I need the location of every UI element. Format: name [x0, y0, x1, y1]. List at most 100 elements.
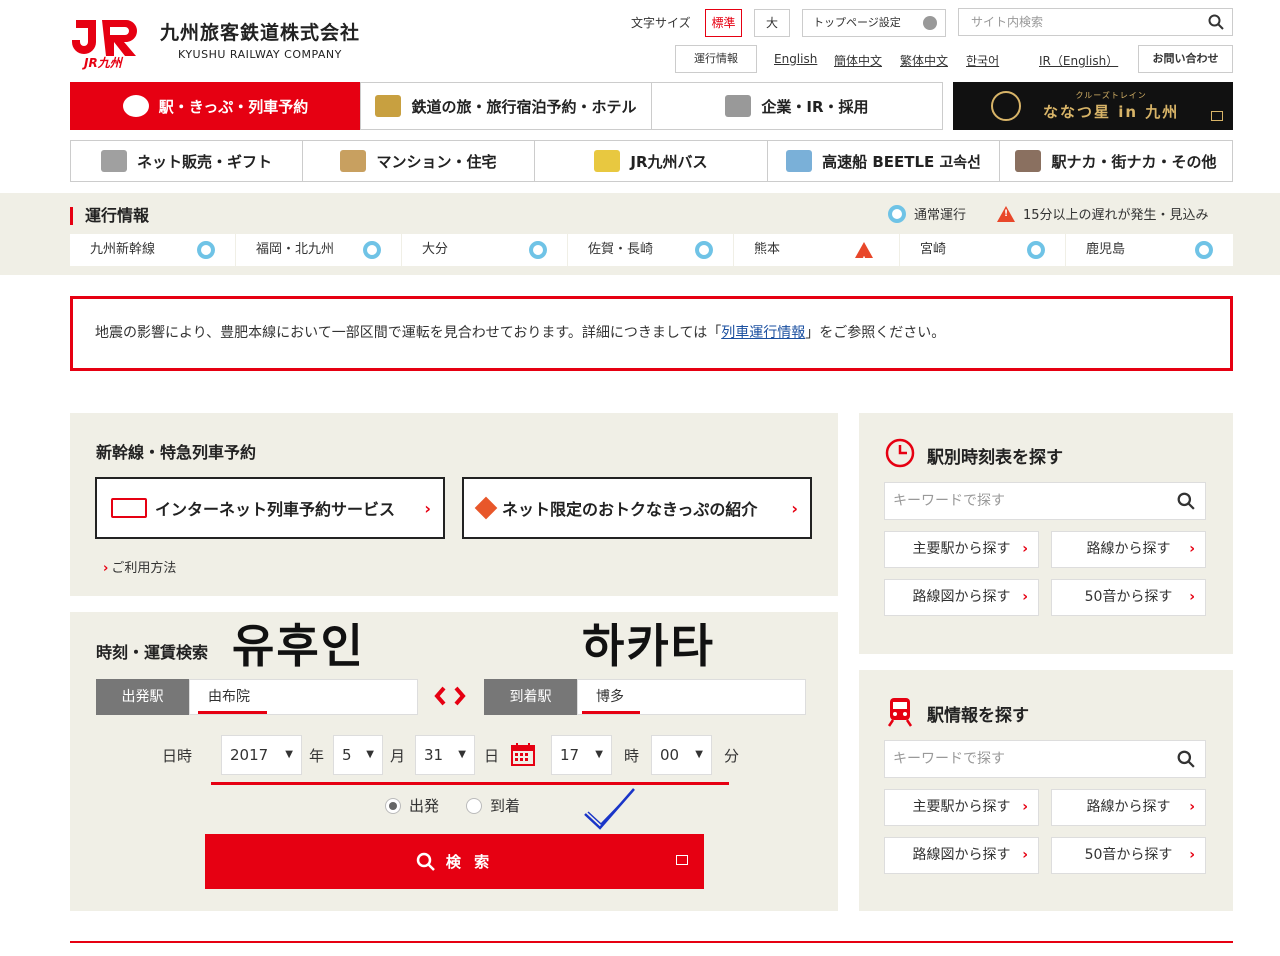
search-icon[interactable]: [1177, 750, 1195, 768]
swap-stations-icon[interactable]: [434, 684, 466, 712]
nav-beetle[interactable]: 高速船 BEETLE 고속선: [767, 140, 1000, 182]
timetable-lines-button[interactable]: 路線から探す ›: [1051, 531, 1206, 568]
search-submit-button[interactable]: 検 索: [205, 834, 704, 889]
nav-travel-label: 鉄道の旅・旅行宿泊予約・ホテル: [411, 97, 637, 116]
link-korean[interactable]: 한국어: [966, 52, 999, 69]
radio-arrive[interactable]: 到着: [466, 795, 520, 816]
station-kana-button[interactable]: 50音から探す ›: [1051, 837, 1206, 874]
button-label: 50音から探す: [1084, 589, 1173, 605]
contact-button[interactable]: お問い合わせ: [1138, 45, 1233, 73]
usage-link[interactable]: › ご利用方法: [103, 557, 176, 576]
legend-delay: 15分以上の遅れが発生・見込み: [997, 204, 1209, 223]
link-english[interactable]: English: [774, 52, 817, 66]
button-label: 路線図から探す: [912, 589, 1011, 605]
jr-logo[interactable]: JR九州: [70, 12, 150, 70]
external-link-icon: [1211, 111, 1223, 121]
calendar-icon[interactable]: [510, 741, 536, 771]
timetable-route-map-button[interactable]: 路線図から探す ›: [884, 579, 1039, 616]
seven-stars-banner[interactable]: クルーズトレイン ななつ星 in 九州: [953, 82, 1233, 130]
company-name-en: KYUSHU RAILWAY COMPANY: [178, 48, 342, 61]
search-icon: [416, 852, 435, 871]
chevron-right-icon: ›: [791, 498, 798, 518]
area-name: 熊本: [754, 242, 781, 257]
notice-text-after: 」をご参照ください。: [805, 325, 946, 341]
warning-icon: [997, 205, 1015, 222]
section-divider: [70, 941, 1233, 943]
net-discount-tickets-button[interactable]: ネット限定のおトクなきっぷの紹介 ›: [462, 477, 812, 539]
timetable-major-stations-button[interactable]: 主要駅から探す ›: [884, 531, 1039, 568]
timetable-keyword-input[interactable]: キーワードで探す: [884, 482, 1206, 520]
nav-ekinaka[interactable]: 駅ナカ・街ナカ・その他: [999, 140, 1233, 182]
search-icon[interactable]: [1177, 492, 1195, 510]
arrival-station-input[interactable]: 博多: [577, 679, 806, 715]
area-name: 福岡・北九州: [256, 242, 335, 257]
link-traditional-chinese[interactable]: 繁体中文: [900, 52, 948, 69]
site-search-input[interactable]: サイト内検索: [958, 8, 1233, 36]
chevron-right-icon: ›: [1022, 799, 1028, 815]
toppage-settings-button[interactable]: トップページ設定: [802, 9, 946, 37]
minute-select[interactable]: 00: [651, 735, 712, 775]
area-miyazaki[interactable]: 宮崎: [900, 234, 1065, 266]
button-label: 50音から探す: [1084, 847, 1173, 863]
station-lines-button[interactable]: 路線から探す ›: [1051, 789, 1206, 826]
timetable-keyword-placeholder: キーワードで探す: [893, 493, 1005, 509]
korean-annotation-to: 하카타: [582, 619, 715, 673]
gear-icon: [923, 16, 937, 30]
nav-housing[interactable]: マンション・住宅: [302, 140, 535, 182]
chevron-right-icon: ›: [1189, 589, 1195, 605]
nav-tickets-label: 駅・きっぷ・列車予約: [158, 97, 309, 116]
font-size-large-button[interactable]: 大: [754, 9, 790, 37]
area-kagoshima[interactable]: 鹿児島: [1066, 234, 1233, 266]
area-kumamoto[interactable]: 熊本: [734, 234, 899, 277]
area-fukuoka[interactable]: 福岡・北九州: [236, 234, 401, 266]
area-kyushu-shinkansen[interactable]: 九州新幹線: [70, 234, 235, 266]
area-oita[interactable]: 大分: [402, 234, 567, 266]
internet-reservation-button[interactable]: インターネット列車予約サービス ›: [95, 477, 445, 539]
button-label: 路線図から探す: [912, 847, 1011, 863]
chevron-right-icon: ›: [1189, 541, 1195, 557]
normal-status-icon: [529, 241, 547, 259]
nav-bus-label: JR九州バス: [630, 152, 708, 171]
link-ir-english[interactable]: IR（English）: [1039, 52, 1118, 69]
font-size-standard-button[interactable]: 標準: [705, 9, 742, 37]
month-select[interactable]: 5: [333, 735, 383, 775]
search-icon[interactable]: [1208, 14, 1224, 30]
train-icon: [122, 95, 149, 117]
year-unit: 年: [309, 747, 325, 765]
ship-icon: [786, 150, 813, 172]
unkou-info-button[interactable]: 運行情報: [675, 45, 757, 73]
nav-corporate[interactable]: 企業・IR・採用: [651, 82, 943, 130]
internet-reservation-label: インターネット列車予約サービス: [155, 500, 396, 519]
radio-button[interactable]: [385, 797, 401, 814]
year-select[interactable]: 2017: [221, 735, 302, 775]
radio-depart-label: 出発: [409, 797, 440, 815]
departure-station-input[interactable]: 由布院: [189, 679, 418, 715]
nav-bus[interactable]: JR九州バス: [534, 140, 768, 182]
hour-select[interactable]: 17: [551, 735, 612, 775]
timetable-kana-button[interactable]: 50音から探す ›: [1051, 579, 1206, 616]
link-simplified-chinese[interactable]: 簡体中文: [834, 52, 882, 69]
search-title: 時刻・運賃検索: [96, 643, 209, 662]
radio-depart[interactable]: 出発: [385, 795, 439, 816]
station-keyword-input[interactable]: キーワードで探す: [884, 740, 1206, 778]
chevron-right-icon: ›: [1022, 847, 1028, 863]
operation-info-title: 運行情報: [70, 207, 149, 225]
station-info-title: 駅情報を探す: [927, 706, 1029, 726]
day-select[interactable]: 31: [415, 735, 475, 775]
button-label: 路線から探す: [1086, 799, 1171, 815]
radio-button[interactable]: [466, 797, 482, 814]
house-icon: [340, 150, 367, 172]
chevron-right-icon: ›: [1189, 847, 1195, 863]
nav-tickets[interactable]: 駅・きっぷ・列車予約: [70, 82, 361, 130]
korean-annotation-from: 유후인: [232, 619, 365, 673]
legend-normal-label: 通常運行: [914, 208, 967, 223]
notice-text-before: 地震の影響により、豊肥本線において一部区間で運転を見合わせております。詳細につき…: [95, 325, 722, 341]
train-operation-info-link[interactable]: 列車運行情報: [721, 325, 805, 341]
nav-net-sales[interactable]: ネット販売・ギフト: [70, 140, 303, 182]
station-route-map-button[interactable]: 路線図から探す ›: [884, 837, 1039, 874]
station-major-stations-button[interactable]: 主要駅から探す ›: [884, 789, 1039, 826]
shop-icon: [1015, 150, 1042, 172]
area-saga-nagasaki[interactable]: 佐賀・長崎: [568, 234, 733, 266]
nav-travel[interactable]: 鉄道の旅・旅行宿泊予約・ホテル: [360, 82, 652, 130]
legend-normal: 通常運行: [888, 204, 966, 223]
